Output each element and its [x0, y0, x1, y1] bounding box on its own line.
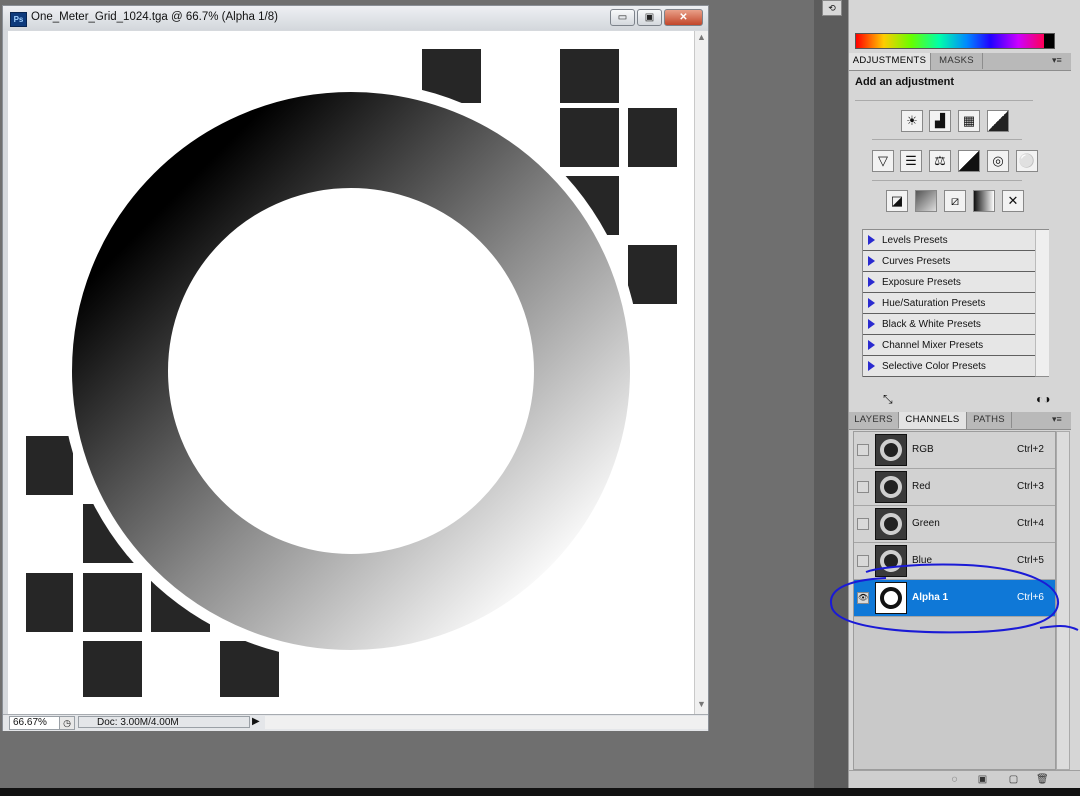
vibrance-icon[interactable]: ▽ [872, 150, 894, 172]
channel-name: RGB [912, 444, 934, 455]
threshold-icon[interactable]: ⧄ [944, 190, 966, 212]
channel-mixer-icon[interactable]: ⚪ [1016, 150, 1038, 172]
expand-triangle-icon [868, 298, 875, 308]
visibility-toggle[interactable] [857, 481, 869, 493]
status-menu-arrow-icon[interactable]: ▶ [252, 716, 260, 727]
visibility-toggle[interactable] [857, 444, 869, 456]
tab-paths[interactable]: PATHS [967, 412, 1012, 428]
photoshop-logo-icon: Ps [10, 12, 27, 27]
color-spectrum[interactable] [855, 33, 1055, 49]
document-title: One_Meter_Grid_1024.tga @ 66.7% (Alpha 1… [31, 11, 278, 23]
adjustments-heading: Add an adjustment [855, 76, 955, 88]
channel-thumbnail [875, 434, 907, 466]
curves-icon[interactable]: ▦ [958, 110, 980, 132]
annotation-circle [829, 563, 1079, 634]
alpha-channel-image [26, 49, 677, 697]
channels-footer: ◌ ▣ ▢ 🗑 [849, 770, 1080, 789]
expand-triangle-icon [868, 277, 875, 287]
presets-list: Levels Presets Curves Presets Exposure P… [862, 229, 1049, 377]
levels-icon[interactable]: ▟ [929, 110, 951, 132]
tab-adjustments[interactable]: ADJUSTMENTS [849, 53, 931, 70]
horizontal-scrollbar[interactable] [265, 716, 708, 729]
panel-menu-icon[interactable]: ▾≡ [1052, 414, 1062, 425]
hue-saturation-icon[interactable]: ☰ [900, 150, 922, 172]
scroll-down-icon[interactable]: ▼ [697, 699, 706, 709]
list-item[interactable]: Curves Presets [863, 251, 1035, 272]
save-selection-icon[interactable]: ▣ [977, 774, 988, 785]
tab-channels[interactable]: CHANNELS [899, 412, 967, 429]
expand-triangle-icon [868, 361, 875, 371]
document-titlebar[interactable]: Ps One_Meter_Grid_1024.tga @ 66.7% (Alph… [3, 6, 708, 30]
vertical-scrollbar[interactable]: ▲ ▼ [694, 31, 708, 714]
divider [872, 180, 1022, 181]
adjustments-tabbar: ADJUSTMENTS MASKS ▾≡ [849, 53, 1071, 71]
close-button[interactable]: ✕ [664, 9, 703, 26]
zoom-level-field[interactable]: 66.67% [9, 716, 60, 730]
status-bar: 66.67% ◷ Doc: 3.00M/4.00M ▶ [3, 714, 708, 731]
history-icon[interactable]: ⟲ [822, 0, 842, 16]
minimize-button[interactable]: ▭ [610, 9, 635, 26]
visibility-toggle[interactable] [857, 518, 869, 530]
list-item[interactable]: Selective Color Presets [863, 356, 1035, 377]
channel-row-red[interactable]: Red Ctrl+3 [854, 469, 1055, 506]
divider [872, 139, 1022, 140]
divider [855, 100, 1033, 101]
restore-button[interactable]: ▣ [637, 9, 662, 26]
channel-thumbnail [875, 471, 907, 503]
channel-shortcut: Ctrl+4 [1017, 518, 1044, 529]
channel-shortcut: Ctrl+3 [1017, 481, 1044, 492]
channel-thumbnail [875, 508, 907, 540]
selective-color-icon[interactable]: ✕ [1002, 190, 1024, 212]
presets-scrollbar[interactable] [1035, 230, 1049, 376]
collapsed-panel-strip [814, 0, 848, 796]
panel-menu-icon[interactable]: ▾≡ [1052, 55, 1062, 66]
posterize-icon[interactable] [915, 190, 937, 212]
expand-triangle-icon [868, 340, 875, 350]
tab-layers[interactable]: LAYERS [849, 412, 899, 428]
black-white-icon[interactable] [958, 150, 980, 172]
image-canvas[interactable] [8, 31, 695, 714]
new-channel-icon[interactable]: ▢ [1008, 774, 1019, 785]
document-size-info: Doc: 3.00M/4.00M [78, 716, 250, 728]
return-to-list-icon[interactable]: ⤡ [883, 392, 893, 407]
list-item[interactable]: Hue/Saturation Presets [863, 293, 1035, 314]
taskbar-edge [0, 788, 1080, 796]
list-item[interactable]: Levels Presets [863, 230, 1035, 251]
invert-icon[interactable]: ◪ [886, 190, 908, 212]
list-item[interactable]: Exposure Presets [863, 272, 1035, 293]
expand-triangle-icon [868, 319, 875, 329]
toggle-preview-icon[interactable]: ◐◑ [1036, 392, 1051, 406]
channel-name: Red [912, 481, 931, 492]
gradient-map-icon[interactable] [973, 190, 995, 212]
document-window: Ps One_Meter_Grid_1024.tga @ 66.7% (Alph… [2, 5, 709, 731]
scroll-up-icon[interactable]: ▲ [697, 32, 706, 42]
channel-shortcut: Ctrl+2 [1017, 444, 1044, 455]
color-balance-icon[interactable]: ⚖ [929, 150, 951, 172]
layers-channels-tabbar: LAYERS CHANNELS PATHS ▾≡ [849, 412, 1071, 430]
expand-triangle-icon [868, 256, 875, 266]
delete-channel-icon[interactable]: 🗑 [1036, 774, 1049, 785]
channel-row-rgb[interactable]: RGB Ctrl+2 [854, 432, 1055, 469]
status-info-icon[interactable]: ◷ [59, 716, 75, 730]
expand-triangle-icon [868, 235, 875, 245]
brightness-contrast-icon[interactable]: ☀ [901, 110, 923, 132]
list-item[interactable]: Channel Mixer Presets [863, 335, 1035, 356]
list-item[interactable]: Black & White Presets [863, 314, 1035, 335]
tab-masks[interactable]: MASKS [931, 53, 983, 69]
channel-row-green[interactable]: Green Ctrl+4 [854, 506, 1055, 543]
photo-filter-icon[interactable]: ◎ [987, 150, 1009, 172]
exposure-icon[interactable] [987, 110, 1009, 132]
load-selection-icon[interactable]: ◌ [949, 774, 960, 785]
channel-name: Green [912, 518, 940, 529]
